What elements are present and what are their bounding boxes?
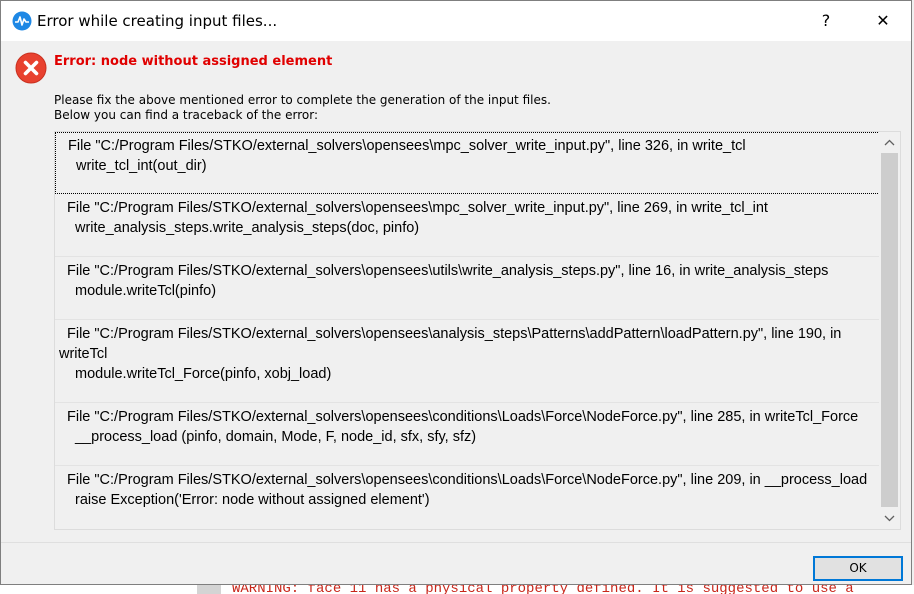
title-bar: Error while creating input files... ? ✕ xyxy=(1,1,911,41)
background-console-text: WARNING: face 11 has a physical property… xyxy=(232,585,854,594)
traceback-code-line: write_tcl_int(out_dir) xyxy=(76,158,207,174)
traceback-code-line: __process_load (pinfo, domain, Mode, F, … xyxy=(75,429,477,445)
traceback-item[interactable]: File "C:/Program Files/STKO/external_sol… xyxy=(55,467,880,529)
traceback-code-line: module.writeTcl_Force(pinfo, xobj_load) xyxy=(75,366,332,382)
error-title: Error: node without assigned element xyxy=(54,54,333,69)
chevron-down-icon[interactable] xyxy=(879,509,900,527)
traceback-code-line: module.writeTcl(pinfo) xyxy=(75,283,217,299)
traceback-item[interactable]: File "C:/Program Files/STKO/external_sol… xyxy=(55,258,880,320)
traceback-file-line: File "C:/Program Files/STKO/external_sol… xyxy=(59,326,846,362)
footer-divider xyxy=(1,542,911,543)
help-button[interactable]: ? xyxy=(803,1,849,41)
error-message-line: Please fix the above mentioned error to … xyxy=(54,93,551,107)
ok-button[interactable]: OK xyxy=(813,556,903,581)
error-dialog: Error while creating input files... ? ✕ … xyxy=(0,0,912,585)
traceback-file-line: File "C:/Program Files/STKO/external_sol… xyxy=(68,138,746,154)
traceback-code-line: write_analysis_steps.write_analysis_step… xyxy=(75,220,420,236)
traceback-file-line: File "C:/Program Files/STKO/external_sol… xyxy=(67,472,868,488)
traceback-file-line: File "C:/Program Files/STKO/external_sol… xyxy=(67,200,768,216)
scrollbar-thumb[interactable] xyxy=(881,153,898,507)
traceback-list[interactable]: File "C:/Program Files/STKO/external_sol… xyxy=(54,131,901,530)
vertical-scrollbar[interactable] xyxy=(879,132,900,529)
waveform-icon xyxy=(12,11,32,31)
chevron-up-icon[interactable] xyxy=(879,134,900,152)
traceback-file-line: File "C:/Program Files/STKO/external_sol… xyxy=(67,409,859,425)
close-button[interactable]: ✕ xyxy=(860,1,906,41)
background-gutter xyxy=(197,585,221,594)
traceback-item[interactable]: File "C:/Program Files/STKO/external_sol… xyxy=(55,132,880,194)
error-message-line: Below you can find a traceback of the er… xyxy=(54,108,318,122)
traceback-item[interactable]: File "C:/Program Files/STKO/external_sol… xyxy=(55,321,880,403)
background-console: WARNING: face 11 has a physical property… xyxy=(0,585,914,594)
error-message: Please fix the above mentioned error to … xyxy=(54,93,551,123)
traceback-item[interactable]: File "C:/Program Files/STKO/external_sol… xyxy=(55,195,880,257)
traceback-code-line: raise Exception('Error: node without ass… xyxy=(75,492,430,508)
error-x-icon xyxy=(15,52,47,84)
window-title: Error while creating input files... xyxy=(37,12,278,30)
traceback-file-line: File "C:/Program Files/STKO/external_sol… xyxy=(67,263,829,279)
traceback-item[interactable]: File "C:/Program Files/STKO/external_sol… xyxy=(55,404,880,466)
